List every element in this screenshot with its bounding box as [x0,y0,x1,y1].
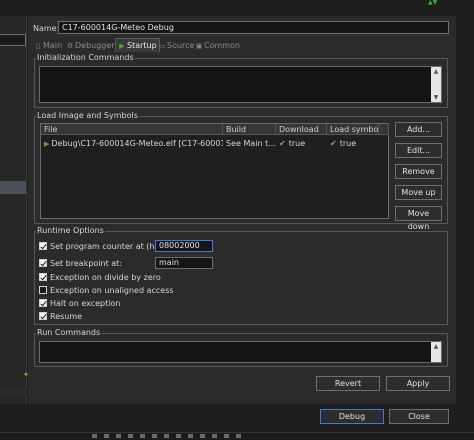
halt-exception-option[interactable]: Halt on exception [39,298,120,309]
tab-main[interactable]: ▯ Main [34,39,62,52]
run-commands-scrollbar[interactable]: ▲ [431,342,441,362]
revert-button[interactable]: Revert [316,376,380,391]
name-input[interactable]: C17-600014G-Meteo Debug [58,21,449,34]
run-commands-textarea[interactable]: ▲ [39,341,442,363]
halt-exception-checkbox[interactable] [39,299,47,307]
row-file: Debug\C17-600014G-Meteo.elf [C17-600014G… [51,139,223,148]
toolbar-icon[interactable] [212,434,217,438]
toolbar-icon[interactable] [176,434,181,438]
common-tab-icon: ▣ [195,42,203,50]
init-commands-scrollbar[interactable]: ▲ ▼ [431,67,441,102]
name-label: Name: [33,24,60,33]
check-icon: ✔ [279,139,286,148]
play-icon: ▶ [44,140,50,148]
row-load-symbols: true [339,139,357,148]
column-header-build[interactable]: Build [223,124,276,135]
move-up-button[interactable]: Move up [395,185,442,200]
column-header-load-symbols[interactable]: Load symbols [327,124,379,135]
init-commands-legend: Initialization Commands [37,53,134,62]
load-image-table[interactable]: File Build Download Load symbols ▶Debug\… [40,123,389,219]
toolbar-icon[interactable] [164,434,169,438]
main-tab-icon: ▯ [36,42,40,50]
scroll-up-icon[interactable]: ▲ [431,342,441,351]
resume-checkbox[interactable] [39,312,47,320]
add-button[interactable]: Add... [395,122,442,137]
app-corner-icon: ▲▼ [428,0,438,6]
column-header-download[interactable]: Download [276,124,327,135]
row-download: true [288,139,306,148]
toolbar-icon[interactable] [152,434,157,438]
apply-button[interactable]: Apply [386,376,450,391]
breakpoint-input[interactable]: main [155,257,213,269]
toolbar-icon[interactable] [200,434,205,438]
program-counter-input[interactable]: 08002000 [155,240,213,252]
toolbar-icon[interactable] [140,434,145,438]
edit-button[interactable]: Edit... [395,143,442,158]
tab-bar: ▯ Main ⚙ Debugger ▶ Startup ▭ Source ▣ Common [32,38,452,52]
column-header-filler [379,124,389,135]
resume-option[interactable]: Resume [39,311,82,322]
toolbar-icon[interactable] [128,434,133,438]
exception-divide-checkbox[interactable] [39,273,47,281]
load-image-legend: Load Image and Symbols [37,111,138,120]
startup-tab-icon: ▶ [119,42,125,50]
move-down-button[interactable]: Move down [395,206,442,231]
tab-source[interactable]: ▭ Source [158,39,195,52]
set-breakpoint-checkbox[interactable] [39,259,47,267]
debugger-tab-icon: ⚙ [66,42,74,50]
exception-unaligned-option[interactable]: Exception on unaligned access [39,285,174,296]
left-panel-footer [0,388,27,396]
run-commands-legend: Run Commands [37,328,101,337]
debug-button[interactable]: Debug [320,409,384,424]
source-tab-icon: ▭ [158,42,166,50]
selected-configuration-row[interactable] [0,181,26,194]
set-pc-checkbox[interactable] [39,242,47,250]
toolbar-icon[interactable] [104,434,109,438]
toolbar-icon[interactable] [224,434,229,438]
set-pc-option[interactable]: Set program counter at (hex): [39,241,170,252]
toolbar-icon[interactable] [116,434,121,438]
set-breakpoint-option[interactable]: Set breakpoint at: [39,258,122,269]
toolbar-icon[interactable] [92,434,97,438]
exception-divide-option[interactable]: Exception on divide by zero [39,272,161,283]
runtime-options-legend: Runtime Options [37,226,104,235]
check-icon: ✔ [330,139,337,148]
tab-startup[interactable]: ▶ Startup [115,38,160,52]
tab-debugger[interactable]: ⚙ Debugger [66,39,115,52]
init-commands-textarea[interactable]: ▲ ▼ [39,66,442,103]
toolbar-icon[interactable] [236,434,241,438]
toolbar-icon[interactable] [188,434,193,438]
exception-unaligned-checkbox[interactable] [39,286,47,294]
remove-button[interactable]: Remove [395,164,442,179]
close-button[interactable]: Close [389,409,449,424]
tab-common[interactable]: ▣ Common [195,39,240,52]
filter-input[interactable] [0,34,26,46]
scroll-up-icon[interactable]: ▲ [431,67,441,76]
column-header-file[interactable]: File [41,124,223,135]
configuration-list-panel [0,16,27,404]
scroll-down-icon[interactable]: ▼ [431,93,441,102]
row-build: See Main t... [226,139,276,148]
